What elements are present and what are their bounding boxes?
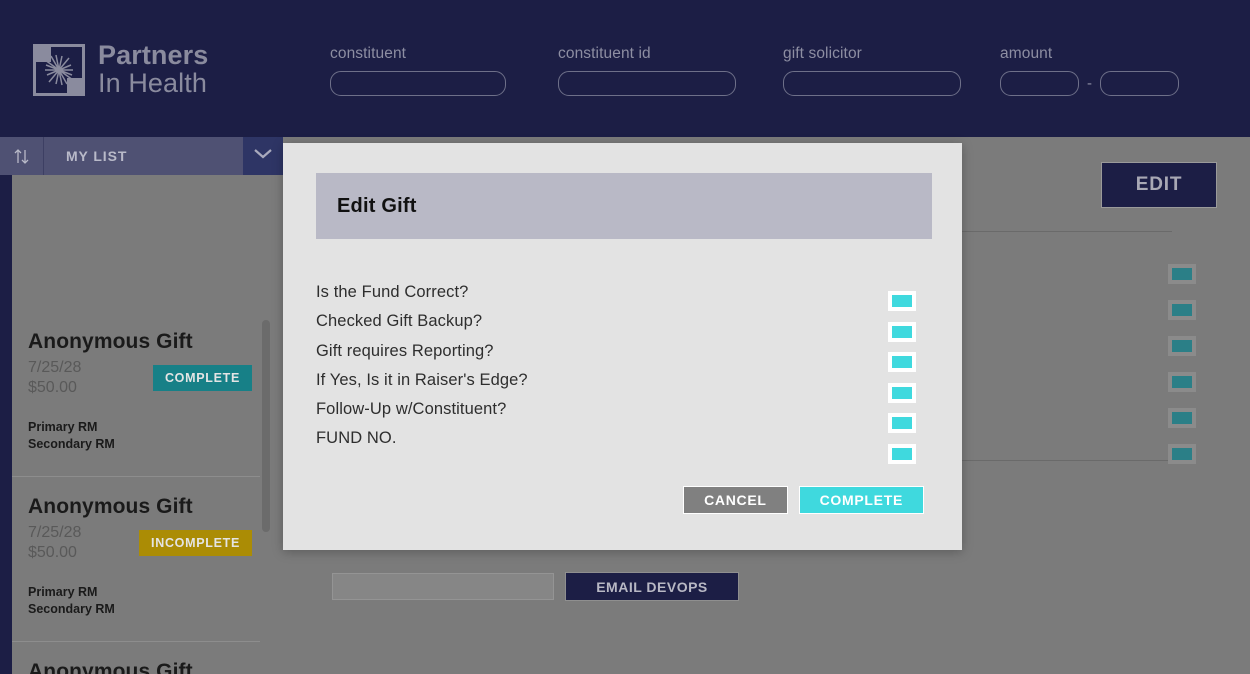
question-checkbox[interactable] bbox=[888, 382, 916, 403]
chevron-down-icon bbox=[253, 147, 273, 165]
question-label: FUND NO. bbox=[316, 429, 397, 448]
gift-solicitor-input[interactable] bbox=[783, 71, 961, 96]
email-devops-button[interactable]: EMAIL DEVOPS bbox=[565, 572, 739, 601]
email-devops-input[interactable] bbox=[332, 573, 554, 600]
question-checkbox[interactable] bbox=[888, 443, 916, 464]
question-checkbox[interactable] bbox=[888, 413, 916, 433]
sidebar-left-accent bbox=[0, 137, 12, 674]
brand-line-2: In Health bbox=[98, 67, 207, 98]
modal-action-bar: CANCEL COMPLETE bbox=[683, 486, 924, 514]
my-list-dropdown-button[interactable] bbox=[243, 137, 283, 175]
amount-range-separator: - bbox=[1087, 75, 1092, 92]
gift-title: Anonymous Gift bbox=[28, 660, 193, 674]
background-checkbox[interactable] bbox=[1168, 444, 1196, 464]
question-label: Follow-Up w/Constituent? bbox=[316, 400, 507, 419]
question-row: Is the Fund Correct? bbox=[316, 283, 932, 312]
filter-constituent-id: constituent id bbox=[558, 45, 736, 96]
amount-max-input[interactable] bbox=[1100, 71, 1179, 96]
sort-up-down-icon bbox=[12, 147, 31, 166]
amount-min-input[interactable] bbox=[1000, 71, 1079, 96]
status-badge[interactable]: COMPLETE bbox=[152, 365, 252, 391]
gift-primary-rm: Primary RM bbox=[28, 419, 98, 434]
question-row: Checked Gift Backup? bbox=[316, 312, 932, 341]
my-list-header-bar: MY LIST bbox=[0, 137, 283, 175]
gift-title: Anonymous Gift bbox=[28, 330, 193, 353]
question-checkbox-column bbox=[888, 291, 916, 464]
background-checkbox[interactable] bbox=[1168, 336, 1196, 356]
filter-constituent: constituent bbox=[330, 45, 506, 96]
question-label: Gift requires Reporting? bbox=[316, 341, 494, 360]
question-checkbox[interactable] bbox=[888, 321, 916, 342]
filter-constituent-label: constituent bbox=[330, 45, 407, 62]
my-list-title[interactable]: MY LIST bbox=[44, 137, 243, 175]
gift-primary-rm: Primary RM bbox=[28, 584, 98, 599]
brand-line-1: Partners bbox=[98, 40, 209, 70]
question-checkbox[interactable] bbox=[888, 352, 916, 372]
question-label: If Yes, Is it in Raiser's Edge? bbox=[316, 370, 528, 389]
modal-body: Is the Fund Correct? Checked Gift Backup… bbox=[316, 283, 932, 464]
question-label: Checked Gift Backup? bbox=[316, 312, 483, 331]
constituent-input[interactable] bbox=[330, 71, 506, 96]
gift-secondary-rm: Secondary RM bbox=[28, 602, 115, 617]
list-item[interactable]: Anonymous Gift 7/25/28 $50.00 INCOMPLETE… bbox=[12, 477, 260, 642]
gift-secondary-rm: Secondary RM bbox=[28, 437, 115, 452]
question-row: Follow-Up w/Constituent? bbox=[316, 400, 932, 429]
app-root: Partners In Health constituent constitue… bbox=[0, 0, 1250, 674]
list-item[interactable]: Anonymous Gift 7/25/28 $50.00 COMPLETE P… bbox=[12, 312, 260, 477]
edit-button[interactable]: EDIT bbox=[1101, 162, 1217, 208]
gift-question-list: Is the Fund Correct? Checked Gift Backup… bbox=[316, 283, 932, 464]
background-checkbox[interactable] bbox=[1168, 300, 1196, 320]
background-checkbox[interactable] bbox=[1168, 408, 1196, 428]
sort-button[interactable] bbox=[0, 137, 44, 175]
gift-list-sidebar: Anonymous Gift 7/25/28 $50.00 COMPLETE P… bbox=[0, 137, 283, 674]
gift-rm-block: Primary RM Secondary RM bbox=[28, 584, 244, 619]
list-item[interactable]: Anonymous Gift 7/25/28 $50.00 INCOMPLETE… bbox=[12, 642, 260, 674]
filter-constituent-id-label: constituent id bbox=[558, 45, 651, 62]
gift-rm-block: Primary RM Secondary RM bbox=[28, 419, 244, 454]
gift-title: Anonymous Gift bbox=[28, 495, 193, 518]
complete-button[interactable]: COMPLETE bbox=[798, 486, 924, 514]
brand-logo[interactable]: Partners In Health bbox=[33, 40, 209, 98]
background-checkbox[interactable] bbox=[1168, 372, 1196, 392]
question-label: Is the Fund Correct? bbox=[316, 283, 469, 301]
question-row: Gift requires Reporting? bbox=[316, 342, 932, 371]
partners-in-health-logo-icon bbox=[33, 43, 85, 96]
filter-amount-label: amount bbox=[1000, 45, 1053, 62]
sidebar-scrollbar-thumb[interactable] bbox=[262, 320, 270, 532]
question-checkbox[interactable] bbox=[888, 291, 916, 311]
constituent-id-input[interactable] bbox=[558, 71, 736, 96]
cancel-button[interactable]: CANCEL bbox=[683, 486, 788, 514]
filter-amount: amount - bbox=[1000, 45, 1179, 96]
question-row: If Yes, Is it in Raiser's Edge? bbox=[316, 371, 932, 400]
background-checkbox-column bbox=[1168, 264, 1196, 464]
background-checkbox[interactable] bbox=[1168, 264, 1196, 284]
email-devops-row: EMAIL DEVOPS bbox=[332, 572, 739, 601]
gift-card-list[interactable]: Anonymous Gift 7/25/28 $50.00 COMPLETE P… bbox=[12, 312, 283, 674]
status-badge[interactable]: INCOMPLETE bbox=[139, 530, 252, 556]
brand-wordmark: Partners In Health bbox=[98, 40, 209, 98]
filter-gift-solicitor-label: gift solicitor bbox=[783, 45, 862, 62]
edit-gift-modal: Edit Gift Is the Fund Correct? Checked G… bbox=[283, 143, 962, 550]
filter-gift-solicitor: gift solicitor bbox=[783, 45, 961, 96]
modal-header: Edit Gift bbox=[316, 173, 932, 239]
modal-title: Edit Gift bbox=[337, 194, 417, 217]
top-navigation-bar: Partners In Health constituent constitue… bbox=[0, 0, 1250, 137]
question-row: FUND NO. bbox=[316, 429, 932, 458]
